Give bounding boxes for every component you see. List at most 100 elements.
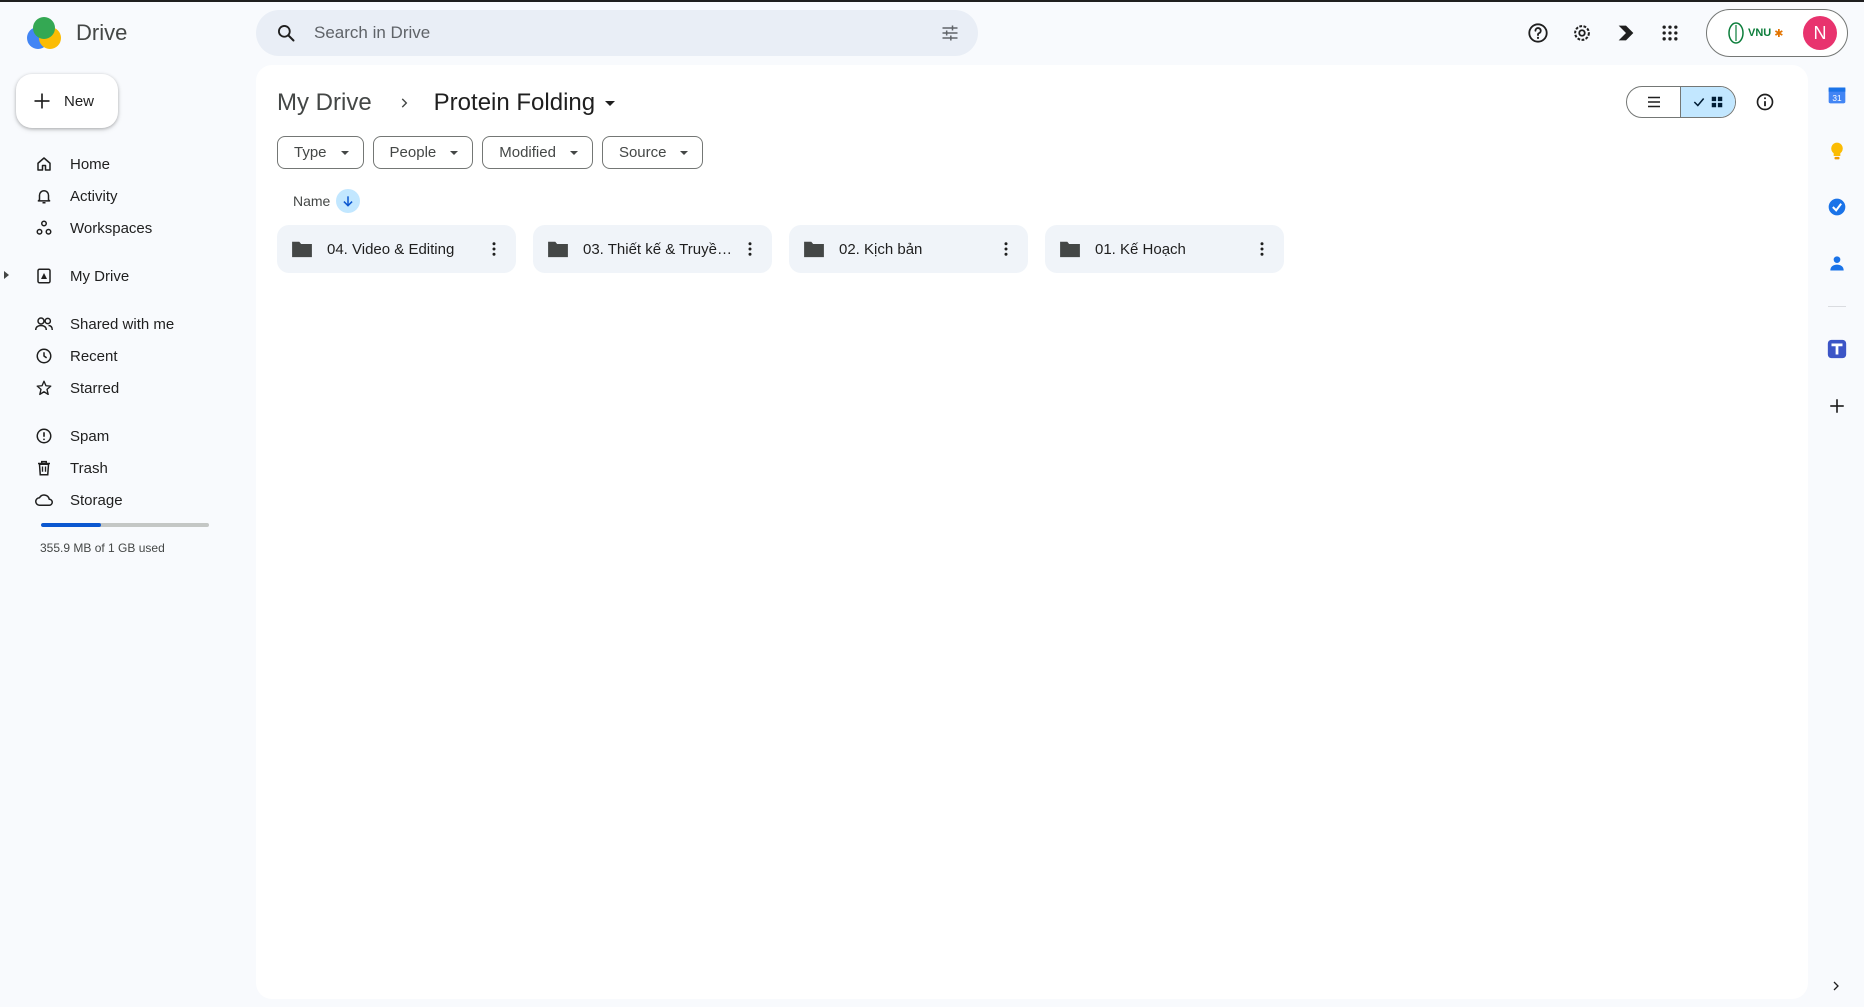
dropdown-arrow-icon [569, 150, 578, 155]
breadcrumb-root[interactable]: My Drive [277, 89, 372, 117]
spam-icon [34, 426, 54, 446]
sidebar-item-activity[interactable]: Activity [16, 180, 236, 212]
sort-label: Name [293, 193, 331, 209]
sidebar-item-label: My Drive [70, 267, 130, 285]
filter-source-chip[interactable]: Source [601, 136, 704, 169]
sort-control[interactable]: Name [293, 189, 361, 213]
calendar-icon[interactable]: 31 [1822, 80, 1852, 110]
organization-logo-text: VNU [1748, 27, 1772, 39]
search-icon[interactable] [274, 21, 298, 45]
addon-t-icon[interactable] [1822, 334, 1852, 364]
more-options-icon[interactable] [482, 237, 506, 261]
folder-name: 03. Thiết kế & Truyền thông [583, 240, 738, 258]
top-toolbar [1522, 16, 1686, 50]
view-toggle [1626, 86, 1736, 118]
cloud-icon [34, 490, 54, 510]
filter-label: Source [618, 144, 667, 161]
sidebar-item-label: Spam [70, 427, 110, 445]
folder-menu-caret-icon[interactable] [605, 100, 616, 106]
new-button[interactable]: New [16, 74, 118, 128]
apps-grid-icon[interactable] [1654, 16, 1686, 50]
folder-item[interactable]: 02. Kịch bản [789, 225, 1028, 273]
sidebar-item-recent[interactable]: Recent [16, 340, 236, 372]
filter-label: Type [294, 144, 327, 161]
organization-logo: VNU ✱ [1727, 19, 1793, 47]
sidebar-item-home[interactable]: Home [16, 148, 236, 180]
search-options-icon[interactable] [938, 21, 962, 45]
expand-caret-icon[interactable] [4, 271, 9, 279]
help-icon[interactable] [1522, 16, 1554, 50]
breadcrumb-current[interactable]: Protein Folding [434, 89, 595, 117]
dropdown-arrow-icon [680, 150, 689, 155]
sidebar-item-storage[interactable]: Storage [16, 484, 236, 516]
folder-item[interactable]: 04. Video & Editing [277, 225, 516, 273]
star-icon [34, 378, 54, 398]
search-input[interactable]: Search in Drive [314, 23, 938, 43]
filter-chips: Type People Modified Source [277, 136, 704, 169]
account-switcher[interactable]: VNU ✱ N [1706, 9, 1848, 57]
bell-icon [34, 186, 54, 206]
sidebar-item-shared-with-me[interactable]: Shared with me [16, 308, 236, 340]
sidebar-item-starred[interactable]: Starred [16, 372, 236, 404]
drive-logo-icon [27, 17, 61, 49]
folder-grid: 04. Video & Editing 03. Thiết kế & Truyề… [277, 225, 1284, 273]
sidebar-item-trash[interactable]: Trash [16, 452, 236, 484]
folder-name: 01. Kế Hoạch [1095, 240, 1186, 258]
grid-icon [1711, 96, 1723, 108]
window-top-edge [0, 0, 1864, 2]
app-name: Drive [76, 20, 128, 45]
sidebar-item-spam[interactable]: Spam [16, 420, 236, 452]
sidebar-item-label: Recent [70, 347, 118, 365]
settings-gear-icon[interactable] [1566, 16, 1598, 50]
filter-label: People [389, 144, 437, 161]
main-content: My Drive Protein Folding Type People Mod… [256, 65, 1808, 999]
side-panel-divider [1828, 306, 1846, 307]
sidebar-item-label: Activity [70, 187, 118, 205]
trash-icon [34, 458, 54, 478]
avatar[interactable]: N [1803, 16, 1837, 50]
list-icon [1647, 96, 1660, 108]
folder-name: 02. Kịch bản [839, 240, 923, 258]
filter-modified-chip[interactable]: Modified [482, 136, 593, 169]
sidebar-item-label: Shared with me [70, 315, 175, 333]
sort-direction-arrow-icon[interactable] [336, 189, 361, 213]
search-bar[interactable]: Search in Drive [256, 10, 978, 56]
sidebar-item-label: Storage [70, 491, 123, 509]
folder-icon [803, 238, 825, 260]
chevron-right-icon [394, 93, 414, 113]
filter-type-chip[interactable]: Type [277, 136, 364, 169]
folder-item[interactable]: 03. Thiết kế & Truyền thông [533, 225, 772, 273]
sidebar-item-label: Home [70, 155, 111, 173]
sidebar-item-my-drive[interactable]: My Drive [4, 260, 236, 292]
home-icon [34, 154, 54, 174]
more-options-icon[interactable] [738, 237, 762, 261]
gemini-icon[interactable] [1610, 16, 1642, 50]
add-addon-plus-icon[interactable] [1822, 391, 1852, 421]
more-options-icon[interactable] [1250, 237, 1274, 261]
filter-label: Modified [499, 144, 556, 161]
folder-item[interactable]: 01. Kế Hoạch [1045, 225, 1284, 273]
sidebar-item-label: Starred [70, 379, 120, 397]
breadcrumb: My Drive Protein Folding [277, 85, 616, 121]
hide-side-panel-chevron-icon[interactable] [1826, 976, 1846, 996]
contacts-person-icon[interactable] [1822, 248, 1852, 278]
sidebar-item-label: Trash [70, 459, 108, 477]
tasks-check-icon[interactable] [1822, 192, 1852, 222]
calendar-day-text: 31 [1832, 93, 1842, 103]
sidebar-item-label: Workspaces [70, 219, 153, 237]
folder-icon [291, 238, 313, 260]
details-info-icon[interactable] [1752, 89, 1778, 115]
grid-view-button[interactable] [1681, 87, 1735, 117]
dropdown-arrow-icon [450, 150, 459, 155]
new-button-label: New [64, 92, 95, 110]
more-options-icon[interactable] [994, 237, 1018, 261]
people-icon [34, 314, 54, 334]
sidebar-item-workspaces[interactable]: Workspaces [16, 212, 236, 244]
filter-people-chip[interactable]: People [372, 136, 474, 169]
drive-logo[interactable]: Drive [24, 16, 127, 50]
keep-bulb-icon[interactable] [1822, 136, 1852, 166]
list-view-button[interactable] [1627, 87, 1682, 117]
check-icon [1693, 98, 1705, 107]
storage-usage-text: 355.9 MB of 1 GB used [40, 541, 165, 555]
plus-icon [34, 93, 50, 109]
